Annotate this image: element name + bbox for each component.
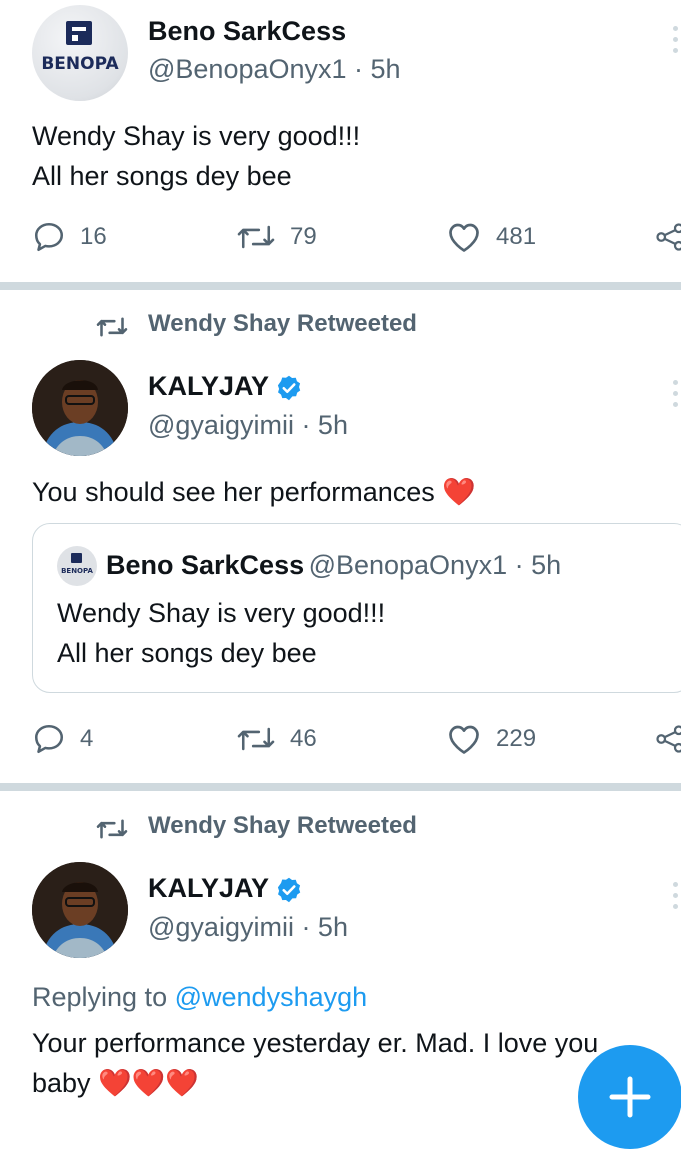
tweet-divider bbox=[0, 282, 681, 290]
more-options-icon[interactable] bbox=[673, 380, 681, 413]
avatar-benopa[interactable]: BENOPA bbox=[32, 5, 128, 101]
verified-badge-icon bbox=[277, 375, 301, 401]
compose-tweet-icon bbox=[609, 1076, 651, 1118]
reply-button[interactable]: 4 bbox=[32, 722, 93, 756]
quoted-avatar: BENOPA bbox=[57, 546, 97, 586]
retweet-count: 79 bbox=[290, 223, 317, 250]
quoted-text-line2: All her songs dey bee bbox=[57, 638, 317, 668]
reply-count: 16 bbox=[80, 223, 107, 250]
heart-outline-icon bbox=[449, 223, 479, 252]
avatar-kalyjay[interactable] bbox=[32, 862, 128, 958]
svg-text:BENOPA: BENOPA bbox=[41, 54, 119, 74]
quoted-author-name: Beno SarkCess bbox=[106, 550, 305, 580]
retweet-button[interactable]: 46 bbox=[236, 722, 317, 756]
retweet-arrows-icon bbox=[237, 225, 275, 249]
heart-emojis: ❤️❤️❤️ bbox=[98, 1068, 199, 1098]
retweeted-by-label[interactable]: Wendy Shay Retweeted bbox=[148, 812, 417, 840]
benopa-logo: BENOPA bbox=[41, 21, 119, 74]
like-button[interactable]: 481 bbox=[446, 220, 536, 254]
benopa-logo: BENOPA bbox=[61, 553, 93, 575]
comment-bubble-icon bbox=[34, 724, 64, 754]
replying-to-link[interactable]: @wendyshaygh bbox=[175, 982, 368, 1012]
retweet-button[interactable]: 79 bbox=[236, 220, 317, 254]
avatar-kalyjay[interactable] bbox=[32, 360, 128, 456]
like-button[interactable]: 229 bbox=[446, 722, 536, 756]
more-options-icon[interactable] bbox=[673, 882, 681, 915]
author-handle-time[interactable]: @gyaigyimii · 5h bbox=[148, 912, 348, 943]
share-icon bbox=[656, 223, 681, 251]
heart-emoji: ❤️ bbox=[442, 477, 476, 507]
reply-count: 4 bbox=[80, 725, 94, 752]
retweet-indicator-icon bbox=[94, 815, 130, 848]
profile-photo bbox=[32, 862, 128, 958]
tweet-text-line1: Wendy Shay is very good!!! bbox=[32, 121, 361, 151]
quoted-author: Beno SarkCess @BenopaOnyx1 · 5h bbox=[106, 550, 561, 581]
heart-outline-icon bbox=[449, 725, 479, 754]
tweet-text-line2: All her songs dey bee bbox=[32, 161, 292, 191]
replying-to: Replying to @wendyshaygh bbox=[32, 982, 368, 1012]
retweet-count: 46 bbox=[290, 725, 317, 752]
tweet-text-line2: baby ❤️❤️❤️ bbox=[32, 1068, 199, 1098]
share-button[interactable] bbox=[655, 724, 681, 759]
retweet-arrows-icon bbox=[237, 727, 275, 751]
quoted-text-line1: Wendy Shay is very good!!! bbox=[57, 598, 386, 628]
profile-photo bbox=[32, 360, 128, 456]
author-handle-time[interactable]: @gyaigyimii · 5h bbox=[148, 410, 348, 441]
tweet-text: You should see her performances ❤️ bbox=[32, 477, 476, 507]
comment-bubble-icon bbox=[34, 222, 64, 252]
reply-button[interactable]: 16 bbox=[32, 220, 107, 254]
verified-badge-icon bbox=[277, 877, 301, 903]
share-button[interactable] bbox=[655, 222, 681, 257]
quoted-author-handle: @BenopaOnyx1 · 5h bbox=[308, 550, 562, 580]
author-name[interactable]: Beno SarkCess bbox=[148, 16, 346, 47]
retweet-indicator-icon bbox=[94, 313, 130, 346]
tweet-divider bbox=[0, 783, 681, 791]
share-icon bbox=[656, 725, 681, 753]
author-name[interactable]: KALYJAY bbox=[148, 371, 303, 402]
more-options-icon[interactable] bbox=[673, 26, 681, 59]
author-name[interactable]: KALYJAY bbox=[148, 873, 303, 904]
svg-text:BENOPA: BENOPA bbox=[61, 567, 93, 575]
retweeted-by-label[interactable]: Wendy Shay Retweeted bbox=[148, 310, 417, 338]
like-count: 481 bbox=[496, 223, 537, 250]
compose-tweet-button[interactable] bbox=[578, 1045, 681, 1149]
author-handle-time[interactable]: @BenopaOnyx1 · 5h bbox=[148, 54, 401, 85]
tweet-text-line1: Your performance yesterday er. Mad. I lo… bbox=[32, 1028, 599, 1058]
like-count: 229 bbox=[496, 725, 537, 752]
